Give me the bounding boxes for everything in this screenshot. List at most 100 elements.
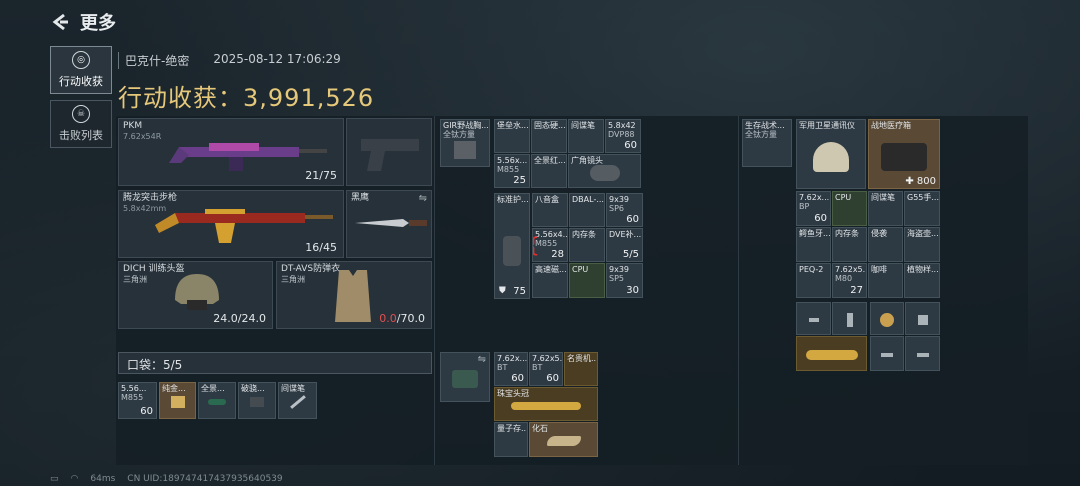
- armor-durability: 0.0/70.0: [379, 312, 425, 325]
- match-meta: 巴克什-绝密 2025-08-12 17:06:29: [118, 52, 341, 69]
- right-item[interactable]: 7.62x... BP 60: [796, 191, 831, 226]
- case-item[interactable]: 量子存...: [494, 422, 528, 457]
- right-item[interactable]: 侵袭: [868, 227, 903, 262]
- rig-item[interactable]: 广角镜头: [568, 154, 641, 188]
- backpack-item[interactable]: 5.56x4...M85528{: [532, 228, 568, 262]
- right-item[interactable]: 内存条: [832, 227, 867, 262]
- helmet-origin: 三角洲: [123, 275, 147, 284]
- right-item[interactable]: 鳄鱼牙...: [796, 227, 831, 262]
- sidearm-slot[interactable]: [346, 118, 432, 186]
- backpack-item[interactable]: 高速磁...: [532, 263, 568, 298]
- tab-harvest[interactable]: ◎ 行动收获: [50, 46, 112, 94]
- map-name: 巴克什-绝密: [118, 52, 189, 69]
- secondary-weapon-slot[interactable]: 腾龙突击步枪 5.8x42mm 16/45: [118, 190, 344, 258]
- shield-icon: ⛊: [499, 286, 506, 296]
- backpack-item[interactable]: DVE补... 5/5: [606, 228, 643, 262]
- top-bar: 更多: [50, 10, 116, 34]
- vest-slot[interactable]: 生存战术... 全钛方量: [742, 119, 792, 167]
- chest-rig-slot[interactable]: GIR野战胸... 全钛方量: [440, 119, 490, 167]
- tool-icon: [250, 397, 264, 408]
- column-divider: [434, 116, 435, 465]
- fossil-icon: [546, 436, 581, 447]
- helmet-slot[interactable]: DICH 训练头盔 三角洲 24.0/24.0: [118, 261, 273, 329]
- right-lower-item[interactable]: [870, 336, 904, 371]
- right-item[interactable]: CPU: [832, 191, 867, 226]
- back-arrow-icon[interactable]: [50, 12, 70, 32]
- page-title: 更多: [80, 13, 116, 34]
- right-item[interactable]: 海盗壶...: [904, 227, 940, 262]
- attachment-icon: [808, 318, 819, 323]
- swap-icon[interactable]: ⇋: [478, 354, 486, 365]
- case-item[interactable]: 珠宝头冠: [494, 387, 598, 421]
- safe-case-grid: 7.62x...BT60 7.62x5...BT60 名贵机... 珠宝头冠 量…: [494, 352, 600, 458]
- medkit-slot[interactable]: 战地医疗箱 ✚ 800: [868, 119, 940, 189]
- lens-icon: [589, 164, 620, 181]
- harvest-total: 行动收获：3,991,526: [118, 78, 374, 113]
- tab-kill-list[interactable]: ☠ 击败列表: [50, 100, 112, 148]
- harvest-value: 3,991,526: [243, 84, 375, 112]
- melee-slot[interactable]: 黑鹰 ⇋: [346, 190, 432, 258]
- crown-icon: [511, 401, 581, 410]
- rig-item[interactable]: 5.8x42 DVP88 60: [605, 119, 641, 153]
- case-item[interactable]: 名贵机...: [564, 352, 598, 386]
- case-item[interactable]: 化石: [529, 422, 598, 457]
- armor-durability-current: 0.0: [379, 312, 397, 325]
- right-item[interactable]: G55手...: [904, 191, 940, 226]
- backpack-item[interactable]: CPU: [569, 263, 605, 298]
- right-lower-item[interactable]: [796, 336, 867, 371]
- attachment-icon: [881, 353, 893, 358]
- match-datetime: 2025-08-12 17:06:29: [213, 52, 341, 66]
- primary-weapon-name: PKM: [123, 121, 143, 131]
- pocket-grid: 5.56... M855 60 纯金... 全景... 破骁... 间谍笔: [118, 382, 318, 420]
- right-item[interactable]: 7.62x5... M80 27: [832, 263, 867, 298]
- backpack-item[interactable]: 9x39 SP6 60: [606, 193, 643, 227]
- right-lower-item[interactable]: [796, 302, 831, 335]
- armor-slot[interactable]: DT-AVS防弹衣 三角洲 0.0/70.0: [276, 261, 432, 329]
- backpack-grid: 八音盒 DBAL-... 9x39SP660 5.56x4...M85528{ …: [532, 193, 644, 299]
- rig-item[interactable]: 堡垒水...: [494, 119, 530, 153]
- rig-item[interactable]: 间谍笔: [568, 119, 604, 153]
- pocket-item[interactable]: 全景...: [198, 382, 236, 419]
- safe-case-icon: [452, 370, 478, 389]
- right-item[interactable]: PEQ-2: [796, 263, 831, 298]
- right-item[interactable]: 间谍笔: [868, 191, 903, 226]
- crown-icon: [805, 350, 858, 361]
- rig-item[interactable]: 5.56x... M855 25: [494, 154, 530, 188]
- pocket-item[interactable]: 5.56... M855 60: [118, 382, 157, 419]
- case-item[interactable]: 7.62x... BT 60: [494, 352, 528, 386]
- backpack-slot[interactable]: 标准护... ⛊ 75: [494, 193, 530, 299]
- coin-icon: [880, 313, 894, 328]
- backpack-item[interactable]: 9x39 SP5 30: [606, 263, 643, 298]
- pocket-item[interactable]: 纯金...: [159, 382, 196, 419]
- backpack-item[interactable]: 八音盒: [532, 193, 568, 227]
- right-lower-item[interactable]: [832, 302, 867, 335]
- armor-name: DT-AVS防弹衣: [281, 264, 341, 274]
- case-item[interactable]: 7.62x5...BT60: [529, 352, 563, 386]
- right-item[interactable]: 咖啡: [868, 263, 903, 298]
- swap-icon[interactable]: ⇋: [419, 193, 427, 204]
- primary-weapon-slot[interactable]: PKM 7.62x54R 21/75: [118, 118, 344, 186]
- harvest-label: 行动收获：: [118, 84, 243, 112]
- right-lower-item[interactable]: [905, 302, 940, 335]
- tab-harvest-label: 行动收获: [59, 75, 103, 88]
- status-footer: ▭ ◠ 64ms CN UID:1897474174379356405​39: [50, 474, 283, 484]
- rig-item[interactable]: 固态硬...: [531, 119, 567, 153]
- gold-bar-icon: [170, 396, 185, 409]
- pocket-item[interactable]: 破骁...: [238, 382, 276, 419]
- rig-item[interactable]: 全景红...: [531, 154, 567, 188]
- tab-kill-list-label: 击败列表: [59, 129, 103, 142]
- right-lower-item[interactable]: [905, 336, 940, 371]
- backpack-item[interactable]: DBAL-...: [569, 193, 605, 227]
- battery-icon: ▭: [50, 474, 59, 484]
- safe-case-slot[interactable]: ⇋: [440, 352, 490, 402]
- right-item[interactable]: 植物样...: [904, 263, 940, 298]
- goggles-icon: [208, 399, 226, 406]
- wifi-icon: ◠: [70, 474, 79, 484]
- right-lower-item[interactable]: [870, 302, 904, 335]
- pocket-item[interactable]: 间谍笔: [278, 382, 317, 419]
- armor-durability-max: /70.0: [396, 312, 425, 325]
- knife-icon: [355, 219, 427, 227]
- satellite-radio-slot[interactable]: 军用卫星通讯仪: [796, 119, 866, 189]
- backpack-item[interactable]: 内存条: [569, 228, 605, 262]
- attachment-icon: [916, 353, 929, 358]
